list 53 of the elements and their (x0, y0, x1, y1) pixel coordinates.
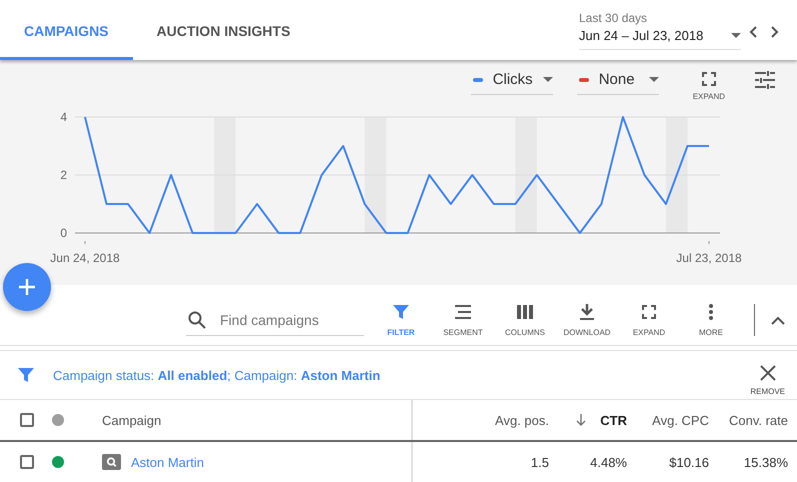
toolbar-button[interactable]: DOWNLOAD (561, 301, 613, 339)
table-cell: 4.48% (590, 454, 627, 470)
toolbar-button[interactable]: EXPAND (623, 301, 675, 339)
columns-icon (516, 303, 534, 321)
axis-label: 2 (60, 168, 67, 182)
status-dot (52, 414, 64, 426)
download-icon (578, 303, 596, 321)
date-range-dropdown[interactable]: Jun 24 – Jul 23, 2018 (579, 28, 741, 50)
expand-icon (640, 303, 658, 321)
plus-icon (19, 279, 35, 295)
axis-label: Jun 24, 2018 (50, 251, 120, 265)
filter-icon (17, 366, 35, 384)
checkbox[interactable] (20, 413, 34, 427)
campaign-link[interactable]: Aston Martin (131, 454, 204, 470)
close-icon (760, 365, 776, 381)
chevron-right-icon[interactable] (771, 26, 779, 38)
toolbar-button[interactable]: COLUMNS (499, 301, 551, 339)
axis-label: Jul 23, 2018 (676, 251, 742, 265)
column-header[interactable]: Conv. rate (709, 400, 788, 440)
expand-button[interactable]: EXPAND (686, 68, 731, 102)
collapse-icon[interactable] (771, 316, 785, 324)
caret-icon (648, 77, 659, 82)
toolbar-button[interactable]: SEGMENT (437, 301, 489, 339)
column-header[interactable]: CTR (549, 400, 627, 440)
toolbar-button[interactable]: FILTER (375, 301, 427, 339)
checkbox[interactable] (20, 455, 34, 469)
date-range-label: Last 30 days (579, 10, 648, 24)
table-cell: 15.38% (744, 454, 788, 470)
axis-label: 0 (60, 226, 67, 240)
remove-button[interactable]: REMOVE (744, 353, 791, 397)
caret-icon (731, 32, 741, 38)
filter-summary: Campaign status: All enabled; Campaign: Aston Martin (53, 368, 382, 382)
more-icon (709, 303, 713, 321)
table-cell: 1.5 (530, 454, 549, 470)
search-icon (188, 310, 206, 328)
toolbar-button[interactable]: MORE (685, 301, 737, 339)
column-header[interactable]: Avg. pos. (413, 400, 549, 440)
search-field[interactable]: Find campaigns (218, 310, 362, 328)
column-header[interactable]: Campaign (82, 400, 413, 440)
filter-icon (392, 303, 410, 321)
caret-icon (542, 77, 553, 82)
tab[interactable]: AUCTION INSIGHTS (132, 0, 314, 60)
expand-icon (702, 72, 716, 86)
segment-icon (454, 303, 472, 321)
column-header[interactable]: Avg. CPC (627, 400, 709, 440)
chevron-left-icon[interactable] (749, 26, 757, 38)
sort-down-icon (576, 414, 586, 426)
metric-dropdown[interactable]: Clicks (470, 68, 553, 95)
axis-label: 4 (60, 110, 67, 124)
search-campaign-icon (102, 454, 121, 470)
metric-dropdown[interactable]: None (576, 68, 659, 95)
table-cell: $10.16 (669, 454, 709, 470)
tune-icon[interactable] (755, 71, 775, 89)
